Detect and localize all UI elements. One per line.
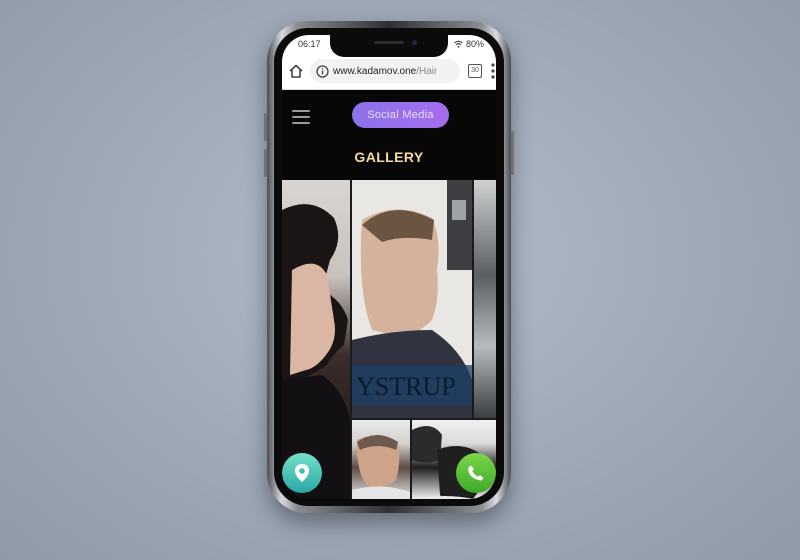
woman-profile-illustration: [282, 204, 350, 499]
power-button: [511, 131, 514, 175]
more-vert-icon[interactable]: [491, 62, 495, 80]
notch: [330, 35, 448, 57]
map-location-button[interactable]: [282, 453, 322, 493]
home-icon[interactable]: [288, 63, 304, 79]
wifi-icon: [454, 40, 463, 48]
hamburger-line: [292, 116, 310, 118]
phone-frame: 06:17 80% www.kadamov.one/Hair 30 Social…: [264, 21, 514, 513]
browser-toolbar: www.kadamov.one/Hair 30: [282, 53, 496, 90]
phone-screen: 06:17 80% www.kadamov.one/Hair 30 Social…: [282, 35, 496, 499]
status-icons: 80%: [454, 39, 484, 49]
address-bar[interactable]: www.kadamov.one/Hair: [310, 59, 460, 83]
volume-down-button: [264, 149, 267, 177]
speaker-grille: [374, 41, 404, 44]
hamburger-menu-icon[interactable]: [292, 110, 310, 124]
map-pin-icon: [295, 464, 309, 482]
info-icon[interactable]: [316, 64, 329, 78]
tabs-count-button[interactable]: 30: [468, 64, 482, 78]
gallery-photo-woman-profile[interactable]: [282, 180, 350, 499]
url-path: /Hair: [416, 65, 438, 77]
front-camera: [412, 40, 417, 45]
gallery-photo-fade-haircut[interactable]: YSTRUP: [352, 180, 472, 418]
hamburger-line: [292, 122, 310, 124]
call-button[interactable]: [456, 453, 496, 493]
volume-up-button: [264, 113, 267, 141]
phone-bezel: 06:17 80% www.kadamov.one/Hair 30 Social…: [274, 28, 504, 506]
gallery-photo-client-haircut[interactable]: [352, 420, 410, 499]
site-header: Social Media GALLERY: [282, 90, 496, 180]
watermark-text: YSTRUP: [356, 372, 456, 401]
gallery-title: GALLERY: [354, 149, 424, 165]
status-time: 06:17: [298, 39, 321, 49]
fade-haircut-illustration: YSTRUP: [352, 180, 472, 418]
url-text[interactable]: www.kadamov.one/Hair: [333, 66, 437, 77]
battery-level: 80%: [465, 39, 484, 49]
url-host: www.kadamov.one: [333, 65, 417, 77]
hamburger-line: [292, 110, 310, 112]
phone-icon: [468, 465, 484, 481]
client-haircut-illustration: [352, 435, 410, 499]
social-media-button[interactable]: Social Media: [352, 102, 449, 128]
gallery-grid: YSTRUP: [282, 180, 496, 499]
gallery-photo-barbershop-strip[interactable]: [474, 180, 496, 418]
